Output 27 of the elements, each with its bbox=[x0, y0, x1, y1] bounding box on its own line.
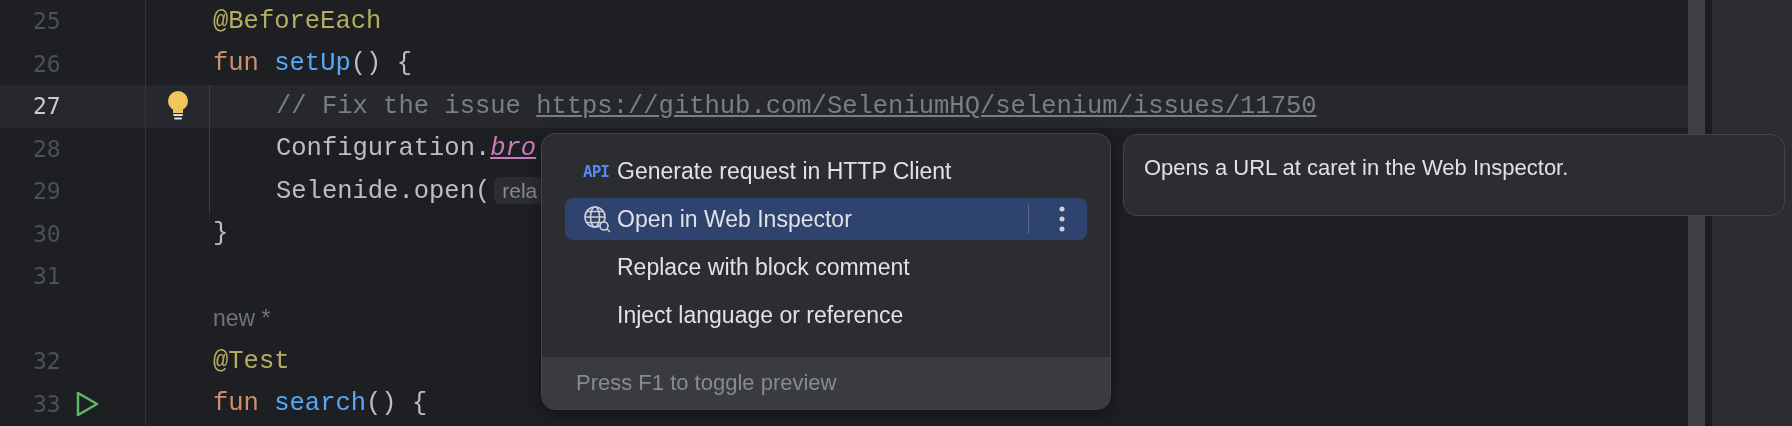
code-line: fun search() { bbox=[213, 389, 428, 419]
code-line: @Test bbox=[213, 346, 290, 376]
more-icon bbox=[1059, 206, 1065, 232]
globe-search-icon bbox=[583, 205, 611, 233]
popup-menu-item[interactable]: Inject language or reference bbox=[565, 294, 1087, 336]
tooltip: Opens a URL at caret in the Web Inspector. bbox=[1123, 134, 1785, 216]
api-icon: API bbox=[583, 161, 609, 181]
popup-menu-item[interactable]: Replace with block comment bbox=[565, 246, 1087, 288]
menu-item-label: Inject language or reference bbox=[617, 301, 905, 329]
lightbulb-icon[interactable] bbox=[167, 91, 189, 122]
menu-item-label: Replace with block comment bbox=[617, 253, 911, 281]
popup-menu-item[interactable]: API Generate request in HTTP Client bbox=[565, 150, 1087, 192]
code-line: Configuration.bro bbox=[275, 134, 537, 164]
author-hint[interactable]: new * bbox=[213, 305, 271, 333]
code-line: // Fix the issue https://github.com/SeleniumHQ/selenium/issues/11750 bbox=[275, 91, 1317, 121]
inlay-hint: rela bbox=[494, 176, 544, 204]
popup-menu-item[interactable]: Open in Web Inspector bbox=[565, 198, 1087, 240]
line-number: 27 bbox=[33, 93, 61, 120]
url-link[interactable]: https://github.com/SeleniumHQ/selenium/issues/11750 bbox=[536, 91, 1317, 121]
menu-item-label: Open in Web Inspector bbox=[617, 205, 853, 233]
code-line: Selenide.open( rela bbox=[213, 176, 544, 206]
menu-item-label: Generate request in HTTP Client bbox=[617, 157, 953, 185]
popup-footer: Press F1 to toggle preview bbox=[542, 357, 1110, 409]
run-icon[interactable] bbox=[75, 390, 99, 417]
code-line: fun setUp() { bbox=[213, 49, 412, 79]
code-line: } bbox=[213, 219, 229, 249]
code-line: @BeforeEach bbox=[213, 6, 382, 36]
